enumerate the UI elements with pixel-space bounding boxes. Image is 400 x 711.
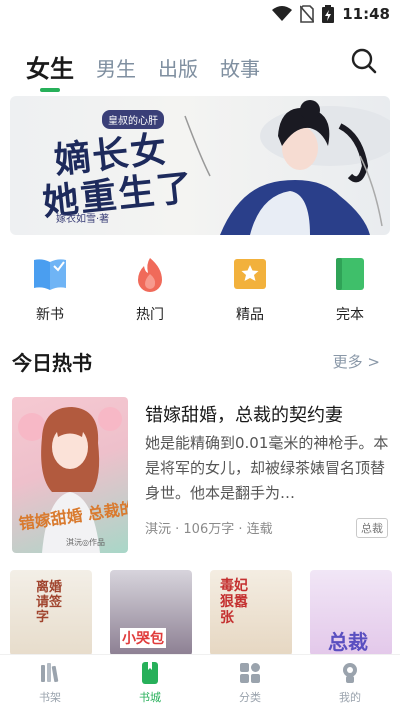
category-hot-label: 热门 <box>136 307 164 323</box>
search-icon[interactable] <box>350 47 378 75</box>
nav-profile-label: 我的 <box>339 691 361 704</box>
nav-bookstore-label: 书城 <box>139 691 161 704</box>
profile-icon <box>343 663 357 683</box>
flame-icon <box>138 258 162 292</box>
tab-story[interactable]: 故事 <box>220 56 260 82</box>
category-complete[interactable]: 完本 <box>300 256 400 324</box>
book-title: 错嫁甜婚，总裁的契约妻 <box>145 405 343 426</box>
nav-bookshelf[interactable]: 书架 <box>0 655 100 711</box>
book-closed-icon <box>336 258 364 290</box>
star-bookmark-icon <box>234 259 266 289</box>
status-bar: 11:48 <box>0 0 400 30</box>
nav-category[interactable]: 分类 <box>200 655 300 711</box>
book-cover-item[interactable]: 离婚请签字 <box>10 570 92 656</box>
section-title: 今日热书 <box>12 351 92 375</box>
nav-bookstore[interactable]: 书城 <box>100 655 200 711</box>
cover-author: 淇沅◎作品 <box>66 538 105 547</box>
nav-profile[interactable]: 我的 <box>300 655 400 711</box>
category-new[interactable]: 新书 <box>0 256 100 324</box>
category-row: 新书 热门 精品 完本 <box>0 256 400 324</box>
category-premium-label: 精品 <box>236 307 264 323</box>
bottom-nav: 书架 书城 分类 我的 <box>0 654 400 711</box>
book-meta: 淇沅 · 106万字 · 连载 <box>145 522 273 537</box>
cover-item-title: 离婚请签字 <box>36 580 63 625</box>
top-tabs: 女生 男生 出版 故事 <box>26 42 260 92</box>
category-hot[interactable]: 热门 <box>100 256 200 324</box>
book-cover-item[interactable]: 毒妃狠嚣张 <box>210 570 292 656</box>
cover-item-title: 总裁 <box>328 630 368 654</box>
no-sim-icon <box>300 5 315 23</box>
cover-item-title: 小哭包 <box>120 628 166 648</box>
wifi-icon <box>272 6 293 21</box>
book-cover-row: 离婚请签字 小哭包 毒妃狠嚣张 总裁 <box>10 570 392 656</box>
tab-female[interactable]: 女生 <box>26 56 74 92</box>
book-cover-item[interactable]: 小哭包 <box>110 570 192 656</box>
nav-bookshelf-label: 书架 <box>39 691 61 704</box>
tab-male[interactable]: 男生 <box>96 56 136 82</box>
promo-banner[interactable]: 皇叔的心肝 嫡长女 她重生了 嫁衣如雪·著 <box>10 96 390 235</box>
category-complete-label: 完本 <box>336 307 364 323</box>
category-grid-icon <box>240 663 260 683</box>
book-description: 她是能精确到0.01毫米的神枪手。本是将军的女儿，却被绿茶婊冒名顶替身世。他本是… <box>145 434 389 502</box>
bookshelf-icon <box>41 663 59 683</box>
nav-category-label: 分类 <box>239 691 261 704</box>
tab-publish[interactable]: 出版 <box>158 56 198 82</box>
genre-badge: 总裁 <box>356 518 388 538</box>
book-cover-item[interactable]: 总裁 <box>310 570 392 656</box>
category-premium[interactable]: 精品 <box>200 256 300 324</box>
book-open-icon <box>34 259 66 290</box>
clock: 11:48 <box>342 5 390 23</box>
bookstore-icon <box>142 662 158 684</box>
cover-item-title: 毒妃狠嚣张 <box>220 578 248 626</box>
category-new-label: 新书 <box>36 307 64 323</box>
featured-book[interactable]: 错嫁甜婚 总裁的契约妻 淇沅◎作品 错嫁甜婚，总裁的契约妻 她是能精确到0.01… <box>12 397 388 553</box>
battery-charging-icon <box>322 5 335 23</box>
banner-author: 嫁衣如雪·著 <box>56 214 110 225</box>
book-cover: 错嫁甜婚 总裁的契约妻 淇沅◎作品 <box>12 397 128 553</box>
more-link[interactable]: 更多 > <box>333 351 380 372</box>
